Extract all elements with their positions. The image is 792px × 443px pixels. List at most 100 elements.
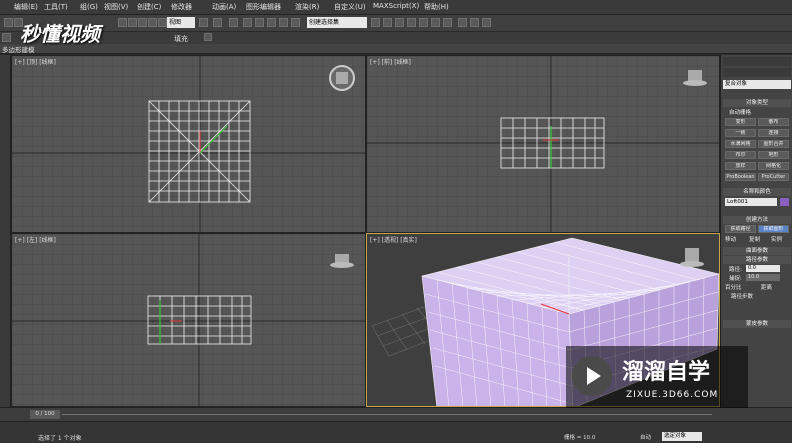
left-strip [0, 55, 11, 407]
render-icon[interactable] [482, 18, 491, 27]
get-shape-button[interactable]: 获取图形 [758, 225, 789, 233]
distance-radio[interactable]: 距离 [761, 283, 789, 291]
surface-params-header[interactable]: 曲面参数 [723, 247, 791, 255]
curve-editor-icon[interactable] [419, 18, 428, 27]
snap-3-icon[interactable] [243, 18, 252, 27]
timeline-track[interactable] [62, 414, 712, 415]
render-setup-icon[interactable] [458, 18, 467, 27]
percent-snap-icon[interactable] [267, 18, 276, 27]
path-steps-radio[interactable]: 路径步数 [731, 292, 787, 300]
menu-view[interactable]: 视图(V) [104, 2, 128, 12]
left-grid [12, 234, 365, 406]
reference-coord-dropdown[interactable]: 视图 [167, 17, 195, 28]
watermark-url: ZIXUE.3D66.COM [626, 390, 719, 400]
move-icon[interactable] [158, 18, 167, 27]
proboolean-button[interactable]: ProBoolean [725, 173, 756, 181]
rendered-frame-icon[interactable] [470, 18, 479, 27]
select-by-name-icon[interactable] [128, 18, 137, 27]
viewport-left-label[interactable]: [+] [左] [线框] [15, 235, 56, 244]
main-toolbar: 视图 创建选择集 [0, 15, 792, 32]
pivot-icon[interactable] [199, 18, 208, 27]
shapemerge-button[interactable]: 图形合并 [758, 140, 789, 148]
skin-params-header[interactable]: 蒙皮参数 [723, 320, 791, 328]
select-manipulate-icon[interactable] [213, 18, 222, 27]
percent-radio[interactable]: 百分比 [725, 283, 755, 291]
key-filter-dropdown[interactable]: 选定对象 [662, 432, 702, 441]
menu-animation[interactable]: 动画(A) [212, 2, 236, 12]
named-selection-dropdown[interactable]: 创建选择集 [307, 17, 367, 28]
path-label: 路径: [729, 267, 742, 273]
menu-customize[interactable]: 自定义(U) [334, 2, 366, 12]
top-grid [12, 56, 365, 232]
move-radio[interactable]: 移动 [725, 235, 747, 243]
path-params-header[interactable]: 路径参数 [723, 256, 791, 264]
object-color-swatch[interactable] [780, 198, 789, 206]
align-icon[interactable] [383, 18, 392, 27]
material-editor-icon[interactable] [443, 18, 452, 27]
angle-snap-icon[interactable] [255, 18, 264, 27]
selection-status: 选择了 1 个对象 [38, 435, 82, 442]
loft-button[interactable]: 放样 [725, 162, 756, 170]
morph-button[interactable]: 变形 [725, 118, 756, 126]
command-panel-tabs[interactable] [723, 57, 791, 66]
spinner-snap-icon[interactable] [279, 18, 288, 27]
menu-tools[interactable]: 工具(T) [44, 2, 68, 12]
object-name-field[interactable]: Loft001 [725, 198, 777, 206]
conform-button[interactable]: 一致 [725, 129, 756, 137]
creation-method-header[interactable]: 创建方法 [723, 216, 791, 224]
keyboard-shortcut-icon[interactable] [229, 18, 238, 27]
select-icon[interactable] [118, 18, 127, 27]
schematic-view-icon[interactable] [431, 18, 440, 27]
frame-counter[interactable]: 0 / 100 [30, 410, 60, 419]
object-type-header[interactable]: 对象类型 [723, 99, 791, 107]
copy-radio[interactable]: 复制 [749, 235, 769, 243]
mirror-icon[interactable] [371, 18, 380, 27]
viewport-perspective-label[interactable]: [+] [透视] [真实] [370, 235, 417, 244]
menu-group[interactable]: 组(G) [80, 2, 98, 12]
dropdown-icon[interactable] [204, 33, 212, 41]
snap-spinner[interactable]: 10.0 [746, 274, 780, 281]
auto-grid-checkbox[interactable]: 自动栅格 [729, 108, 792, 116]
boolean-button[interactable]: 布尔 [725, 151, 756, 159]
mesher-button[interactable]: 网格化 [758, 162, 789, 170]
scatter-button[interactable]: 散布 [758, 118, 789, 126]
menu-edit[interactable]: 编辑(E) [14, 2, 38, 12]
viewport-top[interactable]: [+] [顶] [线框] [11, 55, 366, 233]
instance-radio[interactable]: 实例 [771, 235, 791, 243]
menu-modifiers[interactable]: 修改器 [171, 2, 192, 12]
viewport-front[interactable]: [+] [前] [线框] [366, 55, 720, 233]
rect-select-icon[interactable] [138, 18, 147, 27]
watermark-overlay: 溜溜自学 ZIXUE.3D66.COM [566, 346, 748, 408]
path-spinner[interactable]: 0.0 [746, 265, 780, 272]
get-path-button[interactable]: 获取路径 [725, 225, 756, 233]
graphite-icon[interactable] [2, 33, 11, 42]
layer-icon[interactable] [395, 18, 404, 27]
time-slider[interactable]: 0 / 100 [0, 407, 792, 421]
category-dropdown[interactable]: 复合对象 [723, 80, 791, 89]
procutter-button[interactable]: ProCutter [758, 173, 789, 181]
viewport-front-label[interactable]: [+] [前] [线框] [370, 57, 411, 66]
viewport-left[interactable]: [+] [左] [线框] [11, 233, 366, 407]
menu-maxscript[interactable]: MAXScript(X) [373, 2, 419, 10]
menu-graph-editors[interactable]: 图形编辑器 [246, 2, 281, 12]
fill-label[interactable]: 填充 [174, 34, 188, 44]
undo-icon[interactable] [4, 18, 13, 27]
viewport-top-label[interactable]: [+] [顶] [线框] [15, 57, 56, 66]
edit-named-sel-icon[interactable] [291, 18, 300, 27]
watermark-title: 溜溜自学 [622, 360, 711, 385]
auto-key-button[interactable]: 自动 [640, 433, 651, 441]
blobmesh-button[interactable]: 水滴网格 [725, 140, 756, 148]
ribbon-toggle-icon[interactable] [407, 18, 416, 27]
terrain-button[interactable]: 地形 [758, 151, 789, 159]
menu-bar: 编辑(E) 工具(T) 组(G) 视图(V) 创建(C) 修改器 动画(A) 图… [0, 0, 792, 15]
name-color-header[interactable]: 名称和颜色 [723, 188, 791, 196]
connect-button[interactable]: 连接 [758, 129, 789, 137]
window-crossing-icon[interactable] [148, 18, 157, 27]
play-icon [572, 356, 612, 396]
menu-rendering[interactable]: 渲染(R) [295, 2, 319, 12]
create-subcategory-icons[interactable] [723, 68, 791, 77]
menu-help[interactable]: 帮助(H) [424, 2, 449, 12]
ribbon-panel: 多边形建模 [0, 44, 792, 54]
snap-label: 捕捉: [729, 276, 742, 282]
menu-create[interactable]: 创建(C) [137, 2, 161, 12]
